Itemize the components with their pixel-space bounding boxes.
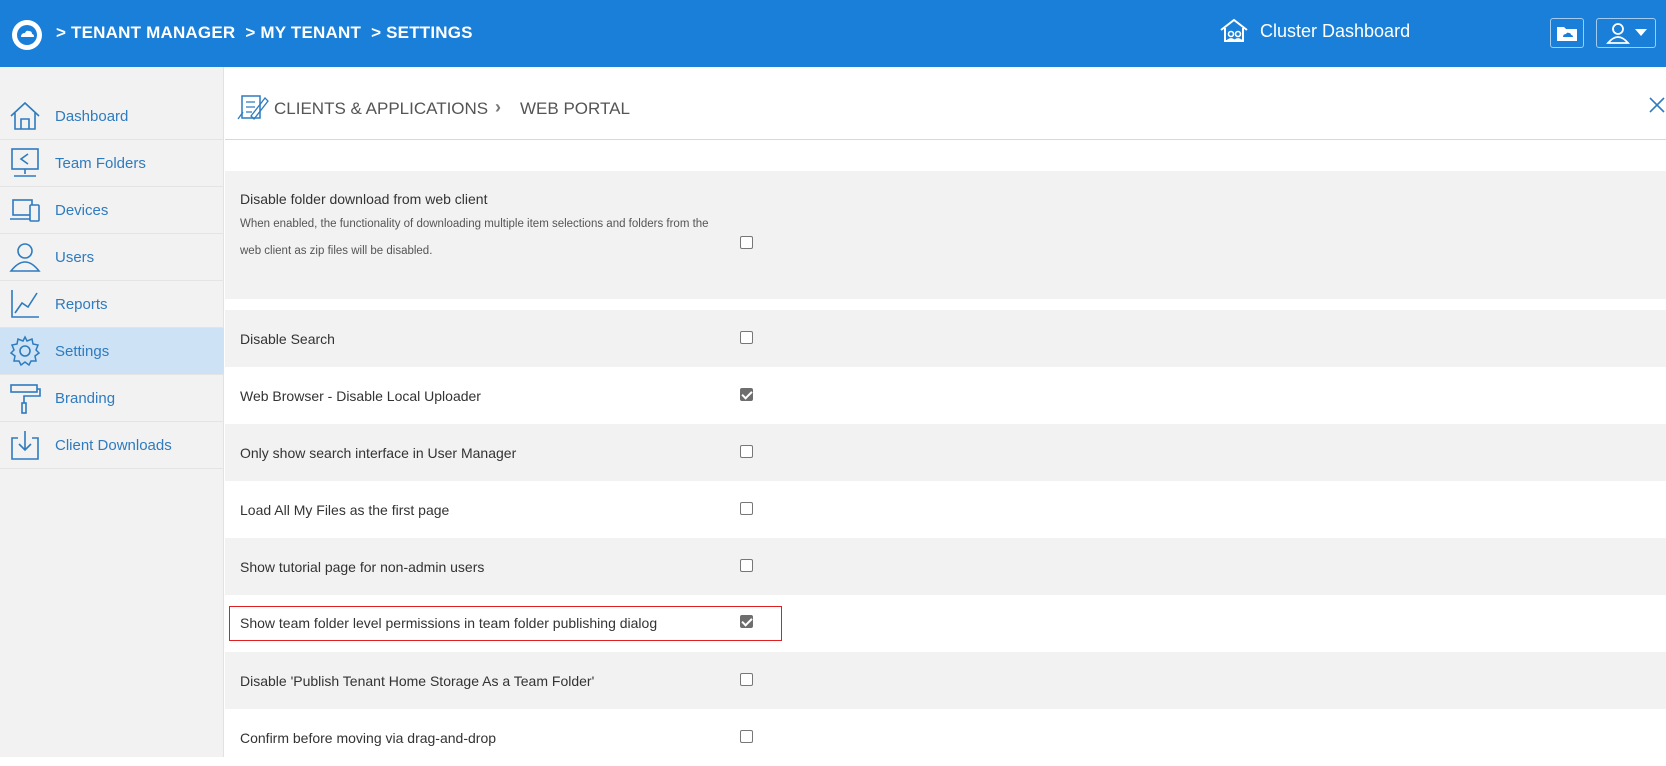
setting-label: Disable folder download from web client (240, 191, 488, 207)
setting-label: Show team folder level permissions in te… (240, 615, 658, 631)
content-header: CLIENTS & APPLICATIONS › WEB PORTAL (225, 67, 1666, 140)
setting-row: Confirm before moving via drag-and-drop (225, 709, 1666, 766)
team-folders-icon (8, 146, 42, 180)
setting-label: Only show search interface in User Manag… (240, 445, 517, 461)
user-menu-button[interactable] (1596, 18, 1656, 48)
gear-icon (8, 334, 42, 368)
setting-row: Only show search interface in User Manag… (225, 424, 1666, 481)
setting-label: Confirm before moving via drag-and-drop (240, 730, 497, 746)
top-bar: > TENANT MANAGER > MY TENANT > SETTINGS … (0, 0, 1666, 67)
clients-applications-icon (237, 92, 269, 125)
close-icon[interactable] (1649, 97, 1665, 118)
setting-checkbox-checked[interactable] (740, 615, 753, 628)
sidebar-item-label: Dashboard (55, 107, 129, 125)
setting-row: Disable Search (225, 310, 1666, 367)
paint-roller-icon (8, 381, 42, 415)
setting-label: Disable Search (240, 331, 335, 347)
setting-row: Show tutorial page for non-admin users (225, 538, 1666, 595)
setting-checkbox[interactable] (740, 445, 753, 458)
setting-row: Disable 'Publish Tenant Home Storage As … (225, 652, 1666, 709)
setting-description: When enabled, the functionality of downl… (240, 218, 709, 257)
sidebar-item-label: Branding (55, 389, 116, 407)
user-icon (1605, 23, 1630, 44)
users-icon (8, 240, 42, 274)
sidebar-item-label: Settings (55, 342, 110, 360)
setting-row: Show team folder level permissions in te… (225, 595, 1666, 652)
app-logo-icon[interactable] (12, 20, 42, 50)
setting-label: Load All My Files as the first page (240, 502, 450, 518)
breadcrumb-my-tenant[interactable]: > MY TENANT (245, 23, 361, 43)
setting-checkbox[interactable] (740, 502, 753, 515)
chevron-down-icon (1634, 29, 1647, 36)
cluster-dashboard-link[interactable]: Cluster Dashboard (1218, 18, 1410, 44)
sidebar-item-settings[interactable]: Settings (0, 328, 224, 375)
sidebar-item-client-downloads[interactable]: Client Downloads (0, 422, 224, 469)
sidebar-item-reports[interactable]: Reports (0, 281, 224, 328)
list-item-spacer (225, 140, 1666, 171)
breadcrumb-clients-applications[interactable]: CLIENTS & APPLICATIONS (274, 99, 488, 119)
breadcrumb-separator-icon: › (495, 97, 501, 117)
cluster-house-icon (1220, 18, 1248, 42)
setting-label: Show tutorial page for non-admin users (240, 559, 485, 575)
cluster-dashboard-label: Cluster Dashboard (1260, 20, 1411, 41)
devices-icon (8, 193, 42, 227)
reports-chart-icon (8, 287, 42, 321)
sidebar: Dashboard Team Folders Devices Users Rep… (0, 67, 224, 757)
home-icon (8, 99, 42, 133)
sidebar-item-users[interactable]: Users (0, 234, 224, 281)
top-breadcrumb: > TENANT MANAGER > MY TENANT > SETTINGS (56, 23, 473, 43)
sidebar-item-devices[interactable]: Devices (0, 187, 224, 234)
sidebar-item-label: Team Folders (55, 154, 146, 172)
setting-checkbox[interactable] (740, 730, 753, 743)
sidebar-item-label: Reports (55, 295, 108, 313)
breadcrumb-web-portal: WEB PORTAL (520, 99, 630, 118)
setting-checkbox[interactable] (740, 673, 753, 686)
download-icon (8, 428, 42, 462)
setting-row: Load All My Files as the first page (225, 481, 1666, 538)
breadcrumb-tenant-manager[interactable]: > TENANT MANAGER (56, 23, 235, 43)
breadcrumb-settings: > SETTINGS (371, 23, 473, 42)
sidebar-item-dashboard[interactable]: Dashboard (0, 93, 224, 140)
list-item-spacer (225, 299, 1666, 310)
setting-checkbox[interactable] (740, 331, 753, 344)
setting-row: Disable folder download from web client … (225, 171, 1666, 299)
setting-checkbox[interactable] (740, 236, 753, 249)
sidebar-item-team-folders[interactable]: Team Folders (0, 140, 224, 187)
folder-button[interactable] (1550, 18, 1584, 48)
setting-checkbox[interactable] (740, 559, 753, 572)
folder-cloud-icon (1557, 27, 1577, 41)
sidebar-item-label: Devices (55, 201, 109, 219)
sidebar-item-label: Users (55, 248, 95, 266)
setting-checkbox-checked[interactable] (740, 388, 753, 401)
setting-label: Web Browser - Disable Local Uploader (240, 388, 481, 404)
sidebar-item-label: Client Downloads (55, 436, 172, 454)
setting-label: Disable 'Publish Tenant Home Storage As … (240, 673, 595, 689)
sidebar-item-branding[interactable]: Branding (0, 375, 224, 422)
setting-row: Web Browser - Disable Local Uploader (225, 367, 1666, 424)
